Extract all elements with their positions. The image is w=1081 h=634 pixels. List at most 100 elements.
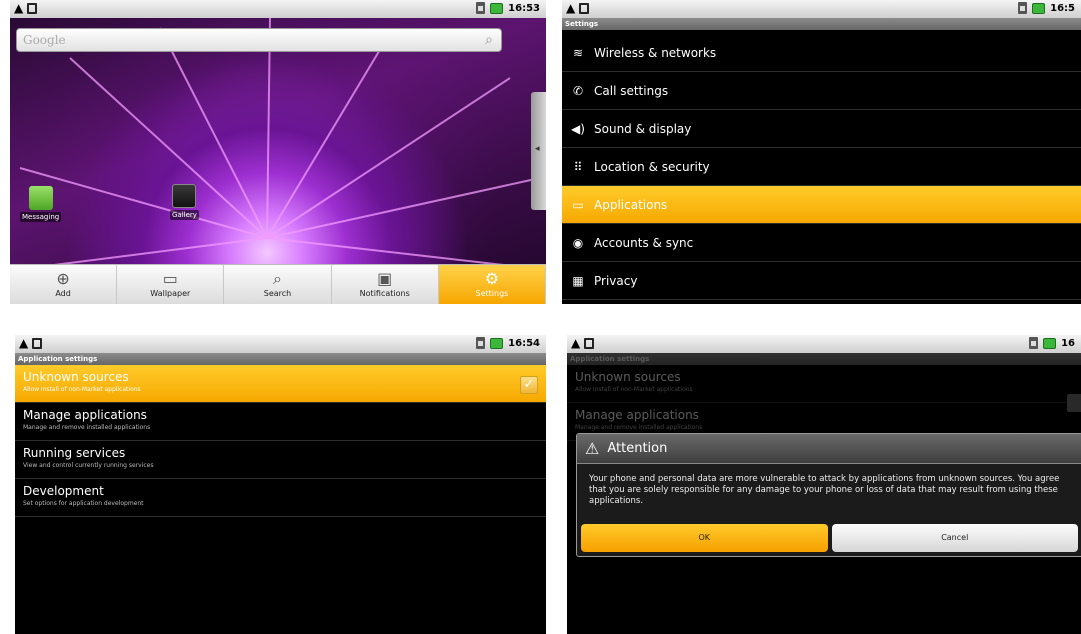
page-title: Application settings	[15, 353, 546, 365]
development-item[interactable]: Development Set options for application …	[15, 479, 546, 517]
menu-item-label: Notifications	[359, 289, 410, 298]
gallery-icon	[172, 184, 197, 208]
settings-item-wireless[interactable]: ≋ Wireless & networks	[562, 34, 1081, 72]
item-subtitle: Set options for application development	[23, 500, 144, 507]
clock: 16	[1061, 337, 1075, 349]
settings-item-privacy[interactable]: ▦ Privacy	[562, 262, 1081, 300]
status-bar: ▲ 16:5	[562, 0, 1081, 18]
menu-item-label: Add	[55, 289, 71, 298]
dialog-header: ⚠ Attention	[577, 434, 1081, 464]
item-title: Manage applications	[23, 408, 147, 422]
usb-debug-icon	[584, 338, 595, 349]
menu-item-search[interactable]: ⌕ Search	[224, 265, 332, 304]
shortcut-messaging[interactable]: Messaging	[20, 186, 62, 222]
settings-item-sound[interactable]: ◀) Sound & display	[562, 110, 1081, 148]
sim-icon	[1029, 337, 1039, 349]
clock: 16:53	[508, 2, 540, 14]
home-screen-panel: ▲ 16:53 Google ⌕ Messaging Galle	[10, 0, 546, 304]
usb-debug-icon	[32, 338, 43, 349]
dialog-message: Your phone and personal data are more vu…	[589, 474, 1060, 506]
search-placeholder: Google	[23, 33, 66, 47]
item-subtitle: Manage and remove installed applications	[575, 424, 703, 431]
ok-button[interactable]: OK	[581, 524, 828, 552]
warning-icon: ▲	[19, 336, 29, 350]
menu-item-wallpaper[interactable]: ▭ Wallpaper	[117, 265, 225, 304]
usb-debug-icon	[579, 3, 590, 14]
dialog-title: Attention	[607, 441, 668, 456]
unknown-sources-item: Unknown sources Allow install of non-Mar…	[567, 365, 1081, 403]
status-bar: ▲ 16:53	[10, 0, 546, 18]
wallpaper	[10, 17, 546, 304]
menu-item-notifications[interactable]: ▣ Notifications	[332, 265, 439, 304]
manage-applications-item[interactable]: Manage applications Manage and remove in…	[15, 403, 546, 441]
messaging-icon	[28, 186, 53, 210]
attention-dialog: ⚠ Attention Your phone and personal data…	[576, 433, 1081, 557]
clock: 16:5	[1050, 2, 1075, 14]
add-icon: ⊕	[56, 269, 70, 288]
settings-item-location[interactable]: ⠿ Location & security	[562, 148, 1081, 186]
notifications-icon: ▣	[377, 269, 393, 288]
warning-icon: ▲	[571, 336, 581, 350]
menu-item-label: Settings	[475, 289, 509, 298]
warning-icon: ▲	[14, 1, 24, 15]
settings-item-call[interactable]: ✆ Call settings	[562, 72, 1081, 110]
unknown-sources-item[interactable]: Unknown sources Allow install of non-Mar…	[15, 365, 546, 403]
item-title: Manage applications	[575, 408, 699, 422]
shortcut-gallery[interactable]: Gallery	[170, 184, 199, 220]
application-settings-list: Unknown sources Allow install of non-Mar…	[567, 365, 1081, 441]
menu-item-label: Search	[263, 289, 292, 298]
application-settings-panel: ▲ 16:54 Application settings Unknown sou…	[15, 335, 546, 634]
menu-item-add[interactable]: ⊕ Add	[10, 265, 118, 304]
sim-icon	[476, 337, 486, 349]
options-menu: ⊕ Add ▭ Wallpaper ⌕ Search ▣ Notificatio…	[10, 264, 546, 304]
item-title: Development	[23, 484, 104, 498]
status-bar: ▲ 16:54	[15, 335, 546, 353]
dialog-buttons: OK Cancel	[581, 524, 1078, 552]
settings-item-accounts[interactable]: ◉ Accounts & sync	[562, 224, 1081, 262]
item-subtitle: View and control currently running servi…	[23, 462, 154, 469]
unknown-sources-checkbox	[1067, 394, 1081, 412]
shortcut-label: Gallery	[170, 210, 199, 220]
settings-icon: ⚙	[484, 269, 500, 288]
sim-icon	[1018, 2, 1028, 14]
menu-item-settings[interactable]: ⚙ Settings	[438, 265, 546, 304]
cancel-button[interactable]: Cancel	[831, 524, 1078, 552]
battery-icon	[490, 337, 504, 349]
settings-item-label: Accounts & sync	[594, 235, 694, 250]
settings-list: ≋ Wireless & networks ✆ Call settings ◀)…	[562, 34, 1081, 300]
settings-item-label: Sound & display	[594, 121, 692, 136]
settings-item-label: Privacy	[594, 273, 638, 288]
application-settings-list: Unknown sources Allow install of non-Mar…	[15, 365, 546, 517]
plasma-rays	[19, 17, 541, 269]
speaker-icon: ◀)	[571, 121, 585, 136]
attention-dialog-panel: ▲ 16 Application settings Unknown source…	[567, 335, 1081, 634]
battery-icon	[1032, 2, 1046, 14]
item-subtitle: Allow install of non-Market applications	[23, 386, 141, 393]
sync-icon: ◉	[572, 235, 584, 250]
unknown-sources-checkbox[interactable]: ✓	[520, 376, 538, 394]
item-title: Running services	[23, 446, 126, 460]
usb-debug-icon	[27, 3, 38, 14]
battery-icon	[490, 2, 504, 14]
item-title: Unknown sources	[23, 370, 129, 384]
warning-icon: ⚠	[585, 439, 600, 458]
settings-item-label: Wireless & networks	[594, 45, 717, 60]
item-subtitle: Manage and remove installed applications	[23, 424, 151, 431]
running-services-item[interactable]: Running services View and control curren…	[15, 441, 546, 479]
warning-icon: ▲	[566, 1, 576, 15]
menu-item-label: Wallpaper	[150, 289, 191, 298]
settings-panel: ▲ 16:5 Settings ≋ Wireless & networks ✆ …	[562, 0, 1081, 304]
google-search-widget[interactable]: Google ⌕	[16, 28, 502, 52]
search-icon[interactable]: ⌕	[485, 32, 493, 48]
status-bar: ▲ 16	[567, 335, 1081, 353]
search-icon: ⌕	[273, 269, 282, 288]
settings-item-applications[interactable]: ▭ Applications	[562, 186, 1081, 224]
launcher-handle[interactable]	[531, 92, 546, 210]
phone-icon: ✆	[572, 83, 584, 98]
page-title: Settings	[562, 18, 1081, 30]
item-title: Unknown sources	[575, 370, 681, 384]
item-subtitle: Allow install of non-Market applications	[575, 386, 693, 393]
applications-icon: ▭	[572, 197, 584, 212]
wireless-icon: ≋	[572, 45, 584, 60]
battery-icon	[1043, 337, 1057, 349]
